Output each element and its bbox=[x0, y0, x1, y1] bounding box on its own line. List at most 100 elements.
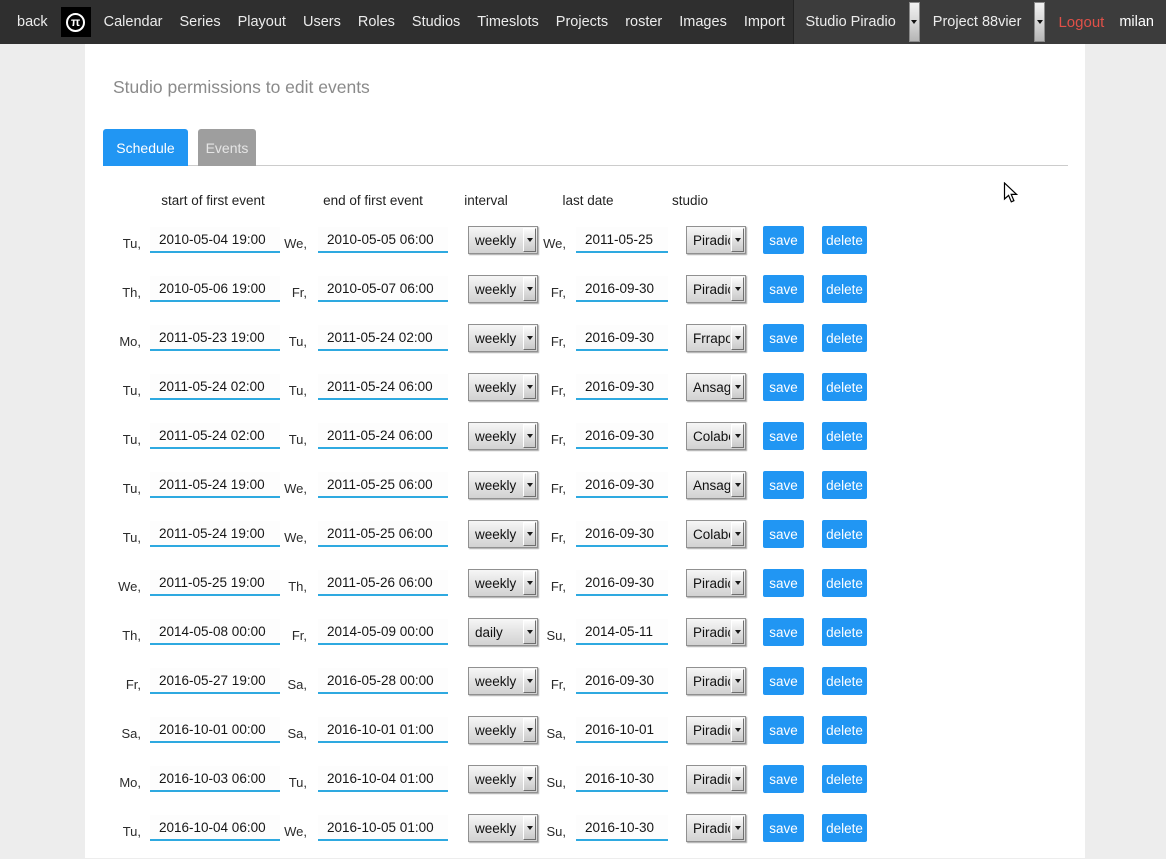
end-datetime-input[interactable] bbox=[318, 766, 448, 792]
last-date-input[interactable] bbox=[576, 717, 668, 743]
last-date-input[interactable] bbox=[576, 227, 668, 253]
nav-item-images[interactable]: Images bbox=[675, 14, 731, 30]
delete-button[interactable]: delete bbox=[822, 765, 867, 793]
delete-button[interactable]: delete bbox=[822, 275, 867, 303]
app-logo-icon[interactable]: π bbox=[61, 7, 91, 37]
studio-select[interactable]: Piradio bbox=[686, 569, 746, 597]
chevron-down-icon bbox=[731, 326, 744, 350]
chevron-down-icon bbox=[731, 228, 744, 252]
studio-select[interactable]: Ansage bbox=[686, 373, 746, 401]
delete-button[interactable]: delete bbox=[822, 471, 867, 499]
save-button[interactable]: save bbox=[763, 569, 804, 597]
last-date-input[interactable] bbox=[576, 668, 668, 694]
last-date-input[interactable] bbox=[576, 472, 668, 498]
end-datetime-input[interactable] bbox=[318, 325, 448, 351]
save-button[interactable]: save bbox=[763, 275, 804, 303]
delete-button[interactable]: delete bbox=[822, 667, 867, 695]
nav-item-calendar[interactable]: Calendar bbox=[100, 14, 167, 30]
studio-select[interactable]: Frrapo bbox=[686, 324, 746, 352]
studio-select[interactable]: Ansage bbox=[686, 471, 746, 499]
save-button[interactable]: save bbox=[763, 667, 804, 695]
last-date-input[interactable] bbox=[576, 325, 668, 351]
delete-button[interactable]: delete bbox=[822, 716, 867, 744]
studio-select-value: Piradio bbox=[687, 772, 730, 787]
save-button[interactable]: save bbox=[763, 373, 804, 401]
studio-select[interactable]: Piradio bbox=[686, 618, 746, 646]
chevron-down-icon bbox=[731, 571, 744, 595]
nav-item-import[interactable]: Import bbox=[740, 14, 789, 30]
end-datetime-input[interactable] bbox=[318, 717, 448, 743]
nav-item-roles[interactable]: Roles bbox=[354, 14, 399, 30]
studio-dropdown-label[interactable]: Studio Piradio bbox=[802, 14, 900, 30]
schedule-row: Tu, Tu, weekly Fr, Ansage save delete bbox=[85, 369, 1085, 418]
studio-select[interactable]: Colabo bbox=[686, 422, 746, 450]
last-date-input[interactable] bbox=[576, 570, 668, 596]
save-button[interactable]: save bbox=[763, 471, 804, 499]
delete-button[interactable]: delete bbox=[822, 520, 867, 548]
delete-button[interactable]: delete bbox=[822, 618, 867, 646]
end-datetime-input[interactable] bbox=[318, 619, 448, 645]
studio-select[interactable]: Piradio bbox=[686, 716, 746, 744]
end-datetime-input[interactable] bbox=[318, 815, 448, 841]
end-datetime-input[interactable] bbox=[318, 276, 448, 302]
nav-item-roster[interactable]: roster bbox=[621, 14, 666, 30]
nav-back-link[interactable]: back bbox=[13, 14, 52, 30]
project-dropdown-button[interactable] bbox=[1034, 2, 1045, 42]
save-button[interactable]: save bbox=[763, 814, 804, 842]
delete-button[interactable]: delete bbox=[822, 422, 867, 450]
project-dropdown-label[interactable]: Project 88vier bbox=[929, 14, 1026, 30]
tab-schedule[interactable]: Schedule bbox=[103, 129, 188, 166]
last-date-day-label: Fr, bbox=[505, 578, 566, 596]
last-date-input[interactable] bbox=[576, 374, 668, 400]
save-button[interactable]: save bbox=[763, 422, 804, 450]
end-datetime-input[interactable] bbox=[318, 521, 448, 547]
studio-select[interactable]: Piradio bbox=[686, 275, 746, 303]
nav-item-projects[interactable]: Projects bbox=[552, 14, 612, 30]
end-datetime-input[interactable] bbox=[318, 668, 448, 694]
tab-events[interactable]: Events bbox=[198, 129, 256, 166]
studio-select[interactable]: Piradio bbox=[686, 226, 746, 254]
nav-item-playout[interactable]: Playout bbox=[234, 14, 290, 30]
end-day-label: Fr, bbox=[245, 627, 307, 645]
nav-item-users[interactable]: Users bbox=[299, 14, 345, 30]
last-date-input[interactable] bbox=[576, 619, 668, 645]
save-button[interactable]: save bbox=[763, 226, 804, 254]
studio-select[interactable]: Piradio bbox=[686, 667, 746, 695]
nav-item-series[interactable]: Series bbox=[175, 14, 224, 30]
delete-button[interactable]: delete bbox=[822, 373, 867, 401]
delete-button[interactable]: delete bbox=[822, 569, 867, 597]
end-datetime-input[interactable] bbox=[318, 374, 448, 400]
delete-button[interactable]: delete bbox=[822, 324, 867, 352]
end-datetime-input[interactable] bbox=[318, 570, 448, 596]
studio-select[interactable]: Piradio bbox=[686, 765, 746, 793]
logout-link[interactable]: Logout bbox=[1054, 14, 1108, 31]
delete-button[interactable]: delete bbox=[822, 814, 867, 842]
last-date-day-label: Fr, bbox=[505, 333, 566, 351]
save-button[interactable]: save bbox=[763, 618, 804, 646]
chevron-down-icon bbox=[731, 620, 744, 644]
save-button[interactable]: save bbox=[763, 716, 804, 744]
save-button[interactable]: save bbox=[763, 520, 804, 548]
save-button[interactable]: save bbox=[763, 765, 804, 793]
studio-select[interactable]: Colabo bbox=[686, 520, 746, 548]
studio-select-value: Piradio bbox=[687, 821, 730, 836]
end-day-label: Tu, bbox=[245, 333, 307, 351]
nav-item-studios[interactable]: Studios bbox=[408, 14, 464, 30]
last-date-input[interactable] bbox=[576, 766, 668, 792]
studio-select[interactable]: Piradio bbox=[686, 814, 746, 842]
schedule-row: Tu, We, weekly Su, Piradio save delete bbox=[85, 810, 1085, 859]
last-date-input[interactable] bbox=[576, 815, 668, 841]
end-datetime-input[interactable] bbox=[318, 423, 448, 449]
last-date-input[interactable] bbox=[576, 276, 668, 302]
studio-dropdown-button[interactable] bbox=[909, 2, 920, 42]
last-date-day-label: Su, bbox=[505, 774, 566, 792]
nav-item-timeslots[interactable]: Timeslots bbox=[473, 14, 543, 30]
chevron-down-icon bbox=[731, 522, 744, 546]
save-button[interactable]: save bbox=[763, 324, 804, 352]
last-date-input[interactable] bbox=[576, 521, 668, 547]
navbar: back π Calendar Series Playout Users Roles St… bbox=[0, 0, 1166, 44]
last-date-input[interactable] bbox=[576, 423, 668, 449]
end-datetime-input[interactable] bbox=[318, 227, 448, 253]
delete-button[interactable]: delete bbox=[822, 226, 867, 254]
end-datetime-input[interactable] bbox=[318, 472, 448, 498]
